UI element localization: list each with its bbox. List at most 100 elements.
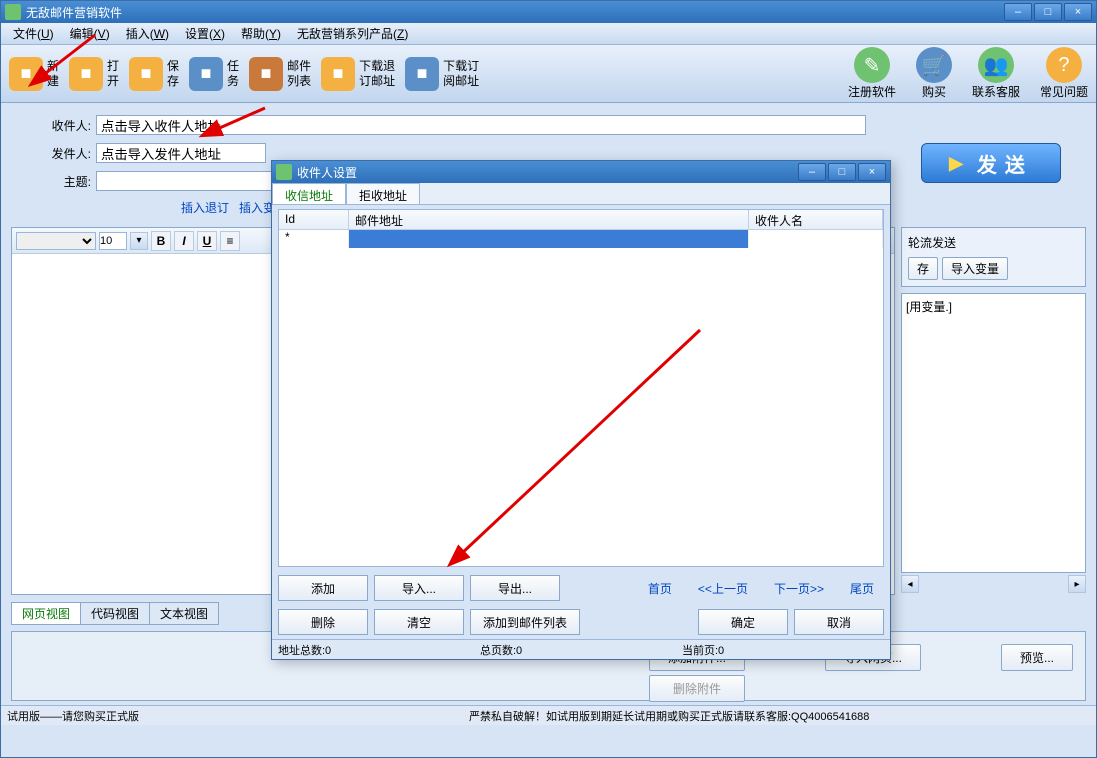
dialog-button-row-1: 添加 导入... 导出... 首页 <<上一页 下一页>> 尾页 <box>278 575 884 601</box>
table-header: Id 邮件地址 收件人名 <box>279 210 883 230</box>
recipient-settings-dialog: 收件人设置 ‒ □ × 收信地址拒收地址 Id 邮件地址 收件人名 * 添加 导… <box>271 160 891 660</box>
dialog-titlebar: 收件人设置 ‒ □ × <box>272 161 890 183</box>
underline-button[interactable]: U <box>197 231 217 251</box>
view-tab-1[interactable]: 代码视图 <box>80 602 150 625</box>
rotation-title: 轮流发送 <box>908 234 1079 251</box>
close-button[interactable]: × <box>1064 3 1092 21</box>
download-unsub-icon: ■ <box>321 57 355 91</box>
variable-list[interactable]: [用变量.] <box>901 293 1086 573</box>
dialog-close[interactable]: × <box>858 163 886 181</box>
side-save-button[interactable]: 存 <box>908 257 938 280</box>
toolbar-buy[interactable]: 🛒购买 <box>916 47 952 100</box>
dialog-title: 收件人设置 <box>297 164 796 181</box>
dialog-icon <box>276 164 292 180</box>
address-table[interactable]: Id 邮件地址 收件人名 * <box>278 209 884 567</box>
send-button[interactable]: ▶ 发送 <box>921 143 1061 183</box>
sender-label: 发件人: <box>41 145 91 162</box>
delete-button[interactable]: 删除 <box>278 609 368 635</box>
col-name[interactable]: 收件人名 <box>749 210 883 229</box>
toolbar-download-sub[interactable]: ■下载订阅邮址 <box>405 57 479 91</box>
task-icon: ■ <box>189 57 223 91</box>
toolbar-download-unsub[interactable]: ■下载退订邮址 <box>321 57 395 91</box>
menu-X[interactable]: 设置(X) <box>177 23 233 44</box>
minimize-button[interactable]: ‒ <box>1004 3 1032 21</box>
window-title: 无敌邮件营销软件 <box>26 4 1002 21</box>
table-row[interactable]: * <box>279 230 883 248</box>
font-family-select[interactable] <box>16 232 96 250</box>
toolbar-mail-list[interactable]: ■邮件列表 <box>249 57 311 91</box>
register-icon: ✎ <box>854 47 890 83</box>
mail-list-icon: ■ <box>249 57 283 91</box>
subject-label: 主题: <box>41 173 91 190</box>
dialog-statusbar: 地址总数:0 总页数:0 当前页:0 <box>272 639 890 659</box>
sender-input[interactable] <box>96 143 266 163</box>
remove-attachment-button[interactable]: 删除附件 <box>649 675 745 702</box>
col-email[interactable]: 邮件地址 <box>349 210 749 229</box>
view-tab-0[interactable]: 网页视图 <box>11 602 81 625</box>
faq-icon: ? <box>1046 47 1082 83</box>
add-button[interactable]: 添加 <box>278 575 368 601</box>
bold-button[interactable]: B <box>151 231 171 251</box>
play-icon: ▶ <box>949 153 971 174</box>
cancel-button[interactable]: 取消 <box>794 609 884 635</box>
import-button[interactable]: 导入... <box>374 575 464 601</box>
dialog-minimize[interactable]: ‒ <box>798 163 826 181</box>
status-total: 地址总数:0 <box>278 642 480 658</box>
status-current: 当前页:0 <box>682 642 884 658</box>
menu-U[interactable]: 文件(U) <box>5 23 62 44</box>
save-icon: ■ <box>129 57 163 91</box>
import-var-button[interactable]: 导入变量 <box>942 257 1008 280</box>
menu-Y[interactable]: 帮助(Y) <box>233 23 289 44</box>
variable-item: [用变量.] <box>906 298 1081 315</box>
maximize-button[interactable]: □ <box>1034 3 1062 21</box>
insert-unsub-link[interactable]: 插入退订 <box>181 199 229 216</box>
status-pages: 总页数:0 <box>480 642 682 658</box>
toolbar-faq[interactable]: ?常见问题 <box>1040 47 1088 100</box>
nav-prev[interactable]: <<上一页 <box>698 580 748 597</box>
clear-button[interactable]: 清空 <box>374 609 464 635</box>
dialog-tabs: 收信地址拒收地址 <box>272 183 890 205</box>
dialog-button-row-2: 删除 清空 添加到邮件列表 确定 取消 <box>278 609 884 635</box>
contact-icon: 👥 <box>978 47 1014 83</box>
scroll-right[interactable]: ▸ <box>1068 575 1086 593</box>
toolbar-open[interactable]: ■打开 <box>69 57 119 91</box>
export-button[interactable]: 导出... <box>470 575 560 601</box>
recipient-label: 收件人: <box>41 117 91 134</box>
statusbar: 试用版——请您购买正式版 严禁私自破解！如试用版到期延长试用期或购买正式版请联系… <box>1 705 1096 725</box>
new-icon: ■ <box>9 57 43 91</box>
view-tab-2[interactable]: 文本视图 <box>149 602 219 625</box>
menubar: 文件(U)编辑(V)插入(W)设置(X)帮助(Y)无敌营销系列产品(Z) <box>1 23 1096 45</box>
nav-next[interactable]: 下一页>> <box>774 580 824 597</box>
preview-button[interactable]: 预览... <box>1001 644 1073 671</box>
ok-button[interactable]: 确定 <box>698 609 788 635</box>
toolbar-contact[interactable]: 👥联系客服 <box>972 47 1020 100</box>
menu-V[interactable]: 编辑(V) <box>62 23 118 44</box>
scroll-left[interactable]: ◂ <box>901 575 919 593</box>
toolbar-save[interactable]: ■保存 <box>129 57 179 91</box>
status-right: 严禁私自破解！如试用版到期延长试用期或购买正式版请联系客服:QQ40065416… <box>469 708 869 724</box>
toolbar-new[interactable]: ■新建 <box>9 57 59 91</box>
app-icon <box>5 4 21 20</box>
menu-Z[interactable]: 无敌营销系列产品(Z) <box>289 23 416 44</box>
col-id[interactable]: Id <box>279 210 349 229</box>
dialog-maximize[interactable]: □ <box>828 163 856 181</box>
dialog-tab-1[interactable]: 拒收地址 <box>346 183 420 204</box>
font-size-input[interactable] <box>99 232 127 250</box>
nav-first[interactable]: 首页 <box>648 580 672 597</box>
nav-last[interactable]: 尾页 <box>850 580 874 597</box>
toolbar-register[interactable]: ✎注册软件 <box>848 47 896 100</box>
add-to-list-button[interactable]: 添加到邮件列表 <box>470 609 580 635</box>
font-size-spinner[interactable]: ▾ <box>130 232 148 250</box>
recipient-input[interactable] <box>96 115 866 135</box>
toolbar: ■新建 ■打开 ■保存 ■任务 ■邮件列表 ■下载退订邮址 ■下载订阅邮址 ✎注册软件 🛒购买… <box>1 45 1096 103</box>
dialog-body: Id 邮件地址 收件人名 * 添加 导入... 导出... 首页 <<上一页 下… <box>272 205 890 639</box>
titlebar: 无敌邮件营销软件 ‒ □ × <box>1 1 1096 23</box>
align-button[interactable]: ≡ <box>220 231 240 251</box>
dialog-tab-0[interactable]: 收信地址 <box>272 183 346 204</box>
menu-W[interactable]: 插入(W) <box>118 23 177 44</box>
italic-button[interactable]: I <box>174 231 194 251</box>
toolbar-task[interactable]: ■任务 <box>189 57 239 91</box>
side-panel: 轮流发送 存 导入变量 [用变量.] ◂ ▸ <box>901 227 1086 595</box>
rotation-box: 轮流发送 存 导入变量 <box>901 227 1086 287</box>
download-sub-icon: ■ <box>405 57 439 91</box>
